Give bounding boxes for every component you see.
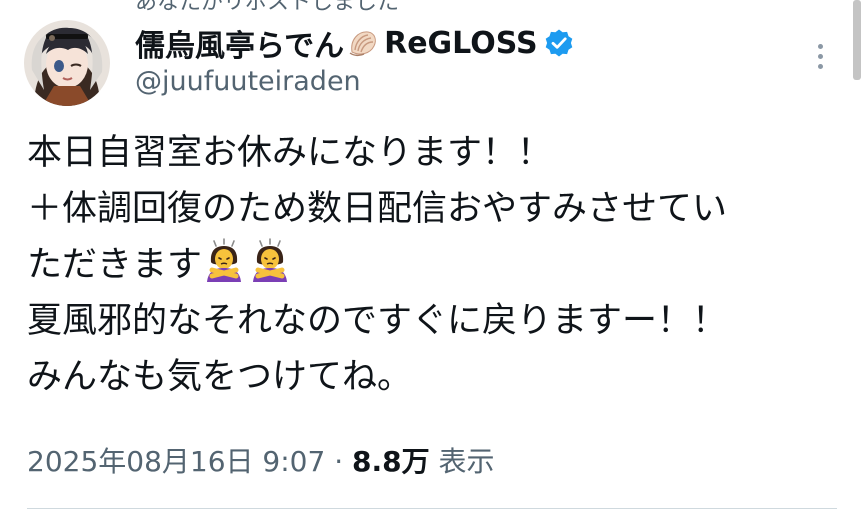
tweet-line: ただきます: [27, 237, 847, 293]
author-display-name[interactable]: 儒烏風亭らでん: [135, 21, 344, 65]
more-dot-icon: [817, 53, 823, 59]
meta-separator: ·: [334, 445, 344, 478]
more-dot-icon: [817, 43, 823, 49]
tweet-text: 本日自習室お休みになります！！ ＋体調回復のため数日配信おやすみさせてい ただき…: [27, 125, 847, 405]
tweet-line: みんなも気をつけてね。: [27, 357, 413, 397]
views-label: 表示: [438, 445, 495, 478]
tweet-page: あなたがリポストしました 儒烏風亭らでん ReGLOSS @juufuuteir…: [0, 0, 863, 515]
avatar-illustration: [24, 20, 110, 106]
no-gesture-emoji: [248, 238, 292, 282]
author-name-row[interactable]: 儒烏風亭らでん ReGLOSS: [135, 22, 574, 64]
tweet-line: 本日自習室お休みになります！！: [27, 133, 553, 173]
avatar[interactable]: [24, 20, 110, 106]
tweet-timestamp[interactable]: 2025年08月16日 9:07: [27, 445, 325, 478]
scrollbar[interactable]: [853, 0, 861, 80]
more-dot-icon: [817, 63, 823, 69]
repost-context-text: あなたがリポストしました: [135, 0, 400, 15]
views-count: 8.8万: [352, 445, 430, 478]
tweet-meta: 2025年08月16日 9:07 · 8.8万 表示: [27, 440, 495, 480]
tweet-line: 夏風邪的なそれなのですぐに戻りますー！！: [27, 301, 728, 341]
divider: [27, 508, 837, 509]
no-gesture-emoji: [202, 238, 246, 282]
more-options-button[interactable]: [806, 38, 834, 74]
verified-badge-icon[interactable]: [544, 28, 574, 58]
author-handle[interactable]: @juufuuteiraden: [135, 66, 361, 97]
tweet-line-text: ただきます: [27, 245, 203, 285]
author-group-name: ReGLOSS: [384, 25, 538, 61]
tweet-line: ＋体調回復のため数日配信おやすみさせてい: [27, 189, 728, 229]
shell-icon: [346, 26, 380, 60]
